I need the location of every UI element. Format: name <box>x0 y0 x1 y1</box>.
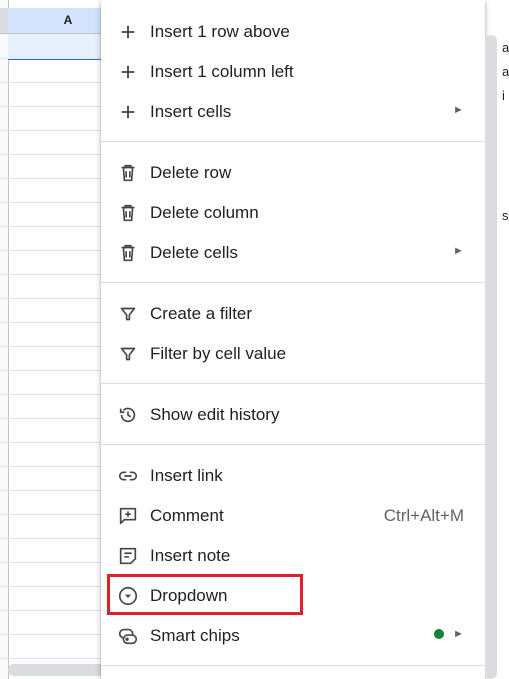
plus-icon <box>121 105 135 119</box>
menu-divider <box>101 665 485 666</box>
submenu-arrow-icon: ► <box>453 245 464 257</box>
menu-item-label: Filter by cell value <box>150 344 287 363</box>
edge-text: i <box>502 88 505 103</box>
submenu-arrow-icon: ► <box>453 628 464 640</box>
menu-item-label: Delete column <box>150 203 259 222</box>
menu-item-label: Create a filter <box>150 304 253 323</box>
menu-item-delete-column[interactable]: Delete column <box>101 192 485 232</box>
submenu-arrow-icon: ► <box>453 104 464 116</box>
menu-item-show-edit-history[interactable]: Show edit history <box>101 394 485 434</box>
filter-icon <box>120 347 136 361</box>
trash-icon <box>121 244 135 262</box>
row-header-strip <box>0 0 9 679</box>
menu-divider <box>101 444 485 445</box>
trash-icon <box>121 164 135 182</box>
menu-item-label: Insert cells <box>150 102 232 121</box>
menu-item-label: Insert link <box>150 466 223 485</box>
history-icon <box>119 407 136 423</box>
select-all-corner[interactable] <box>0 8 8 34</box>
horizontal-scrollbar[interactable] <box>8 664 108 676</box>
menu-item-label: Delete row <box>150 163 232 182</box>
note-icon <box>119 547 137 565</box>
menu-item-label: Insert 1 column left <box>150 62 294 81</box>
menu-divider <box>101 141 485 142</box>
menu-item-insert-note[interactable]: Insert note <box>101 535 485 575</box>
menu-item-insert-column-left[interactable]: Insert 1 column left <box>101 51 485 91</box>
menu-item-create-filter[interactable]: Create a filter <box>101 293 485 333</box>
comment-icon <box>119 507 137 525</box>
menu-item-filter-by-value[interactable]: Filter by cell value <box>101 333 485 373</box>
menu-divider <box>101 282 485 283</box>
edge-text: a <box>502 40 509 55</box>
filter-icon <box>120 307 136 321</box>
menu-divider <box>101 383 485 384</box>
menu-item-insert-link[interactable]: Insert link <box>101 455 485 495</box>
menu-item-label: Insert note <box>150 546 231 565</box>
menu-item-comment[interactable]: Comment Ctrl+Alt+M <box>101 495 485 535</box>
trash-icon <box>121 204 135 222</box>
keyboard-shortcut: Ctrl+Alt+M <box>383 506 464 525</box>
menu-item-delete-cells[interactable]: Delete cells ► <box>101 232 485 272</box>
menu-item-delete-row[interactable]: Delete row <box>101 152 485 192</box>
edge-text: s <box>502 208 509 223</box>
menu-item-label: Smart chips <box>150 626 240 645</box>
menu-item-label: Insert 1 row above <box>150 22 290 41</box>
menu-item-label: Show edit history <box>150 405 280 424</box>
dropdown-highlight-box <box>107 574 303 615</box>
menu-item-label: Comment <box>150 506 224 525</box>
menu-item-smart-chips[interactable]: Smart chips ► <box>101 615 485 655</box>
plus-icon <box>121 25 135 39</box>
vertical-scrollbar[interactable] <box>485 35 497 679</box>
menu-item-insert-cells[interactable]: Insert cells ► <box>101 91 485 131</box>
menu-item-insert-row-above[interactable]: Insert 1 row above <box>101 11 485 51</box>
edge-text: a <box>502 64 509 79</box>
smart-chips-icon <box>118 628 138 645</box>
menu-item-label: Delete cells <box>150 243 238 262</box>
plus-icon <box>121 65 135 79</box>
link-icon <box>118 471 138 481</box>
new-badge-dot-icon <box>434 629 444 639</box>
